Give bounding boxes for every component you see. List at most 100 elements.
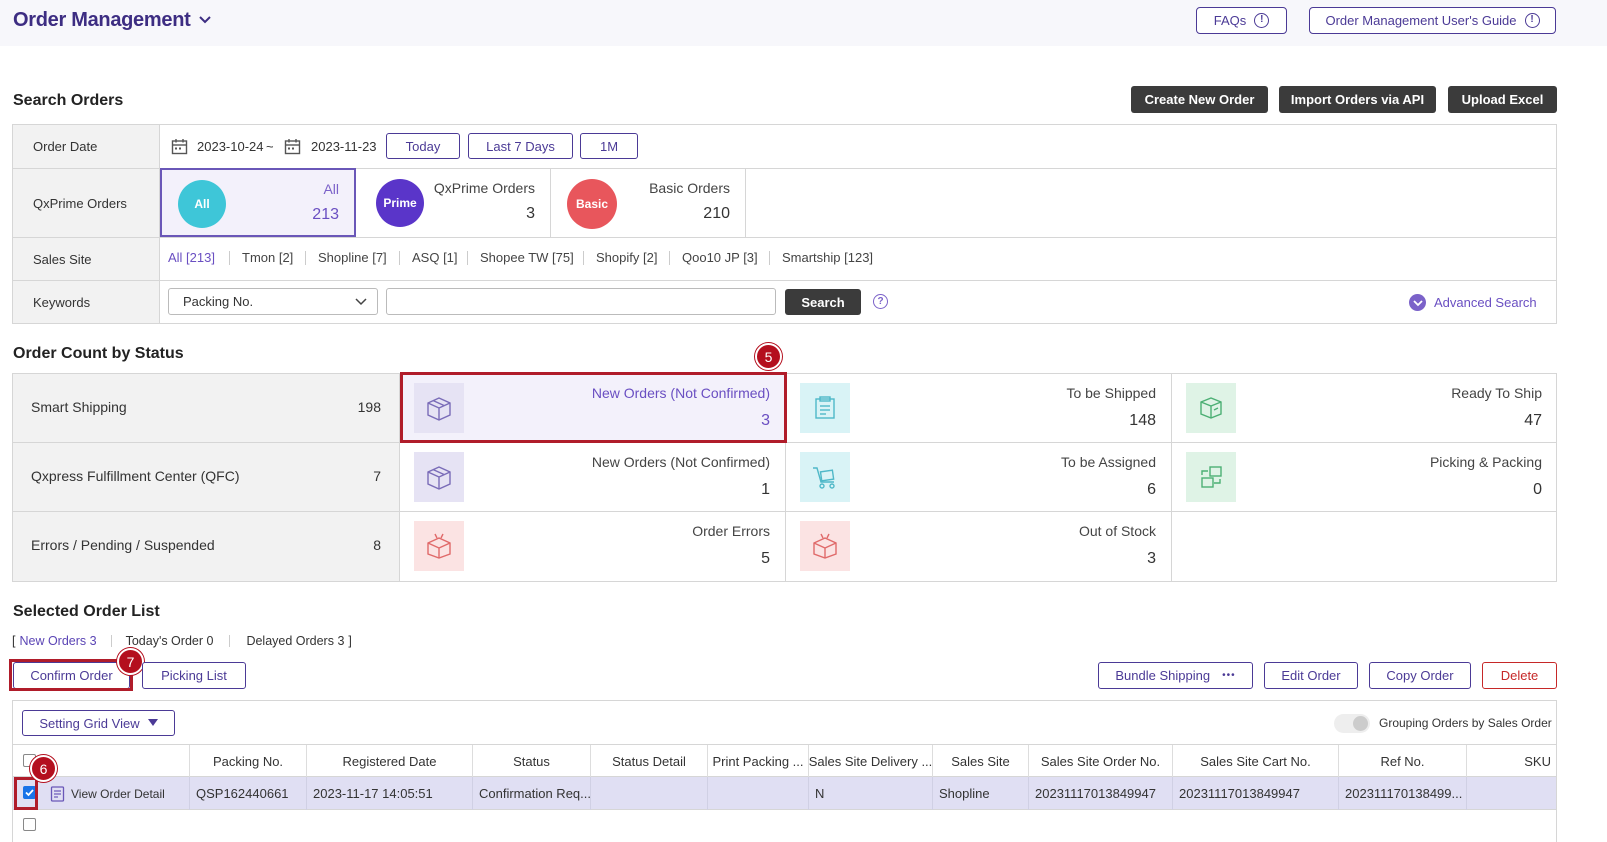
grouping-toggle[interactable] <box>1334 714 1370 733</box>
column-header[interactable]: SKU <box>1467 745 1555 777</box>
more-icon: ••• <box>1222 670 1236 681</box>
status-card-label: Out of Stock <box>1078 523 1156 539</box>
sales-site-filter[interactable]: Shopline [7] <box>318 250 387 265</box>
status-title: Order Count by Status <box>13 345 184 362</box>
qxprime-filter-2[interactable]: Basic Basic Orders 210 <box>551 169 746 237</box>
table-cell: N <box>809 777 933 810</box>
date-to-field[interactable]: 2023-11-23 <box>311 139 377 154</box>
sales-site-filter[interactable]: Smartship [123] <box>782 250 873 265</box>
status-card[interactable]: To be Shipped 148 <box>786 374 1172 443</box>
qxprime-filter-0[interactable]: All All 213 <box>160 168 356 237</box>
calendar-icon[interactable] <box>171 138 188 155</box>
qxprime-filter-count: 213 <box>312 206 339 223</box>
keyword-input[interactable] <box>386 288 776 315</box>
column-header[interactable]: Status <box>473 745 591 777</box>
empty-status-cell <box>1172 512 1557 581</box>
setting-grid-view-button[interactable]: Setting Grid View <box>22 710 175 736</box>
table-cell: Confirmation Req... <box>473 777 591 810</box>
qxprime-label: QxPrime Orders <box>13 169 160 237</box>
step-badge: 6 <box>30 755 57 782</box>
status-card[interactable]: To be Assigned 6 <box>786 443 1172 512</box>
sales-site-label: Sales Site <box>13 238 160 280</box>
sales-site-filter[interactable]: All [213] <box>168 250 215 265</box>
column-header[interactable]: Sales Site Order No. <box>1029 745 1173 777</box>
today-button[interactable]: Today <box>386 133 460 159</box>
delete-button[interactable]: Delete <box>1482 662 1557 689</box>
sales-site-filter[interactable]: ASQ [1] <box>412 250 458 265</box>
sales-site-filter[interactable]: Shopee TW [75] <box>480 250 574 265</box>
column-header[interactable]: Print Packing ... <box>708 745 809 777</box>
picking-list-button[interactable]: Picking List <box>142 662 246 689</box>
row-checkbox[interactable] <box>23 818 36 831</box>
highlight-frame <box>9 659 133 691</box>
status-card-label: Ready To Ship <box>1451 385 1542 401</box>
import-orders-api-button[interactable]: Import Orders via API <box>1279 86 1436 113</box>
keywords-label: Keywords <box>13 281 160 323</box>
table-cell <box>708 777 809 810</box>
table-cell: 20231117013849947 <box>1173 777 1339 810</box>
bundle-shipping-button[interactable]: Bundle Shipping ••• <box>1098 662 1253 689</box>
table-cell: Shopline <box>933 777 1029 810</box>
column-header[interactable]: Registered Date <box>307 745 473 777</box>
info-icon: ! <box>1524 13 1540 28</box>
chevron-down-icon[interactable] <box>198 13 212 27</box>
status-card-label: Picking & Packing <box>1429 454 1542 470</box>
faq-button[interactable]: FAQs ! <box>1196 7 1287 34</box>
sales-site-filter[interactable]: Qoo10 JP [3] <box>682 250 758 265</box>
help-icon[interactable]: ? <box>873 294 888 309</box>
column-header[interactable]: Sales Site Delivery ... <box>809 745 933 777</box>
package-icon <box>1186 383 1236 433</box>
column-header[interactable]: Ref No. <box>1339 745 1467 777</box>
sales-site-filter[interactable]: Tmon [2] <box>242 250 293 265</box>
order-date-label: Order Date <box>13 125 160 168</box>
search-button[interactable]: Search <box>785 289 861 315</box>
document-icon <box>50 786 65 802</box>
upload-excel-button[interactable]: Upload Excel <box>1448 86 1557 113</box>
table-cell: 2023-11-17 14:05:51 <box>307 777 473 810</box>
column-header[interactable]: Sales Site Cart No. <box>1173 745 1339 777</box>
highlight-frame <box>14 777 38 810</box>
status-card[interactable]: Order Errors 5 <box>400 512 786 581</box>
create-new-order-button[interactable]: Create New Order <box>1131 86 1268 113</box>
bundle-shipping-label: Bundle Shipping <box>1115 668 1211 683</box>
column-header[interactable]: Packing No. <box>190 745 307 777</box>
keyword-type-select[interactable]: Packing No. <box>168 288 378 315</box>
status-card[interactable]: Out of Stock 3 <box>786 512 1172 581</box>
status-card-label: To be Assigned <box>1061 454 1156 470</box>
status-group-name: Errors / Pending / Suspended <box>31 537 215 553</box>
status-group-row: Qxpress Fulfillment Center (QFC) 7 <box>13 443 400 512</box>
packing-icon <box>1186 452 1236 502</box>
table-row[interactable] <box>13 810 1556 842</box>
table-row[interactable]: View Order Detail QSP162440661 2023-11-17… <box>13 777 1556 810</box>
document-icon <box>800 383 850 433</box>
calendar-icon[interactable] <box>284 138 301 155</box>
status-card[interactable]: New Orders (Not Confirmed) 1 <box>400 443 786 512</box>
sales-site-filter[interactable]: Shopify [2] <box>596 250 657 265</box>
status-card[interactable]: Ready To Ship 47 <box>1172 374 1557 443</box>
view-order-detail-link[interactable]: View Order Detail <box>71 787 165 801</box>
status-card-label: To be Shipped <box>1066 385 1156 401</box>
step-badge: 7 <box>117 648 144 675</box>
status-group-count: 198 <box>357 399 381 415</box>
row-select-cell: View Order Detail <box>13 777 190 810</box>
edit-order-button[interactable]: Edit Order <box>1264 662 1358 689</box>
table-cell <box>591 777 708 810</box>
divider <box>669 251 670 265</box>
column-header[interactable]: Sales Site <box>933 745 1029 777</box>
last-7-days-button[interactable]: Last 7 Days <box>468 133 573 159</box>
copy-order-button[interactable]: Copy Order <box>1369 662 1471 689</box>
qxprime-filter-1[interactable]: Prime QxPrime Orders 3 <box>356 169 551 237</box>
tab-todays-order[interactable]: Today's Order 0 <box>126 634 214 648</box>
top-bar: Order Management FAQs ! Order Management… <box>0 0 1607 46</box>
divider <box>399 251 400 265</box>
date-from-field[interactable]: 2023-10-24 <box>197 139 264 154</box>
tab-new-orders[interactable]: New Orders 3 <box>19 634 96 648</box>
one-month-button[interactable]: 1M <box>580 133 638 159</box>
status-card-count: 1 <box>761 481 770 498</box>
column-header[interactable]: Status Detail <box>591 745 708 777</box>
advanced-search-toggle[interactable]: Advanced Search <box>1409 294 1537 311</box>
status-card[interactable]: Picking & Packing 0 <box>1172 443 1557 512</box>
user-guide-button[interactable]: Order Management User's Guide ! <box>1309 7 1556 34</box>
tab-delayed-orders[interactable]: Delayed Orders 3 <box>246 634 344 648</box>
qxprime-filter-count: 3 <box>526 205 535 222</box>
